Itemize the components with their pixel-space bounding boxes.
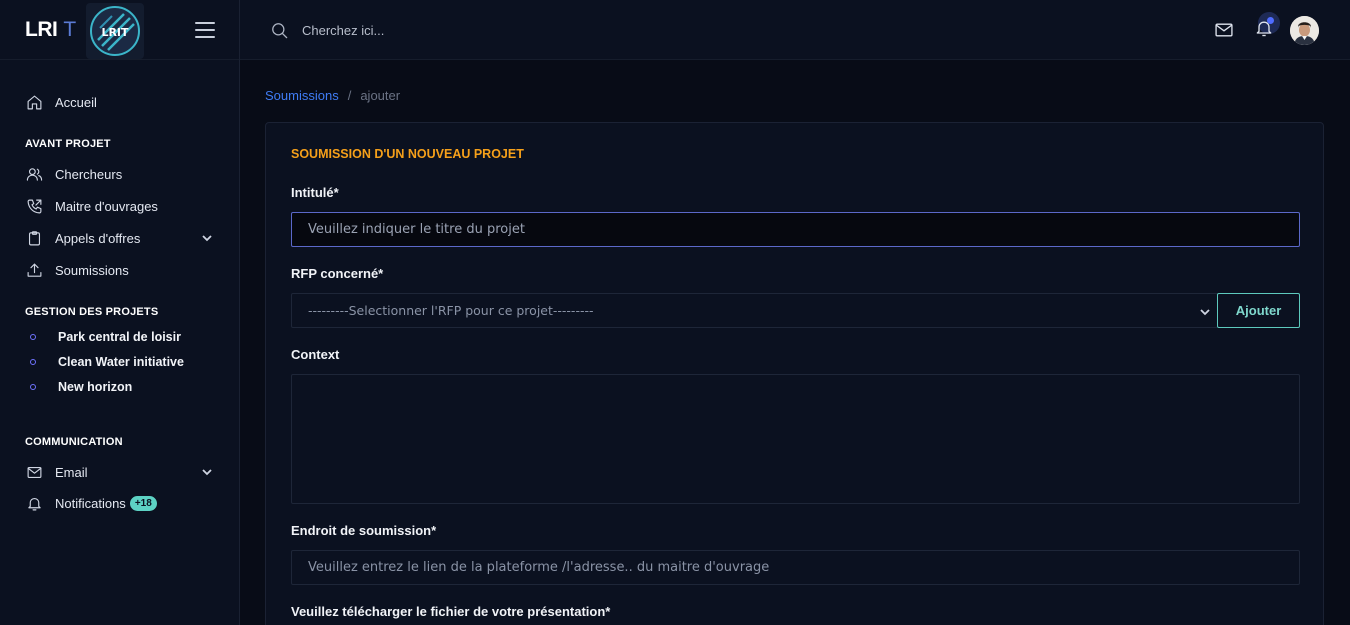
sidebar-item-appels-offres[interactable]: Appels d'offres <box>25 229 215 247</box>
endroit-input[interactable] <box>291 550 1300 585</box>
chevron-down-icon <box>201 465 213 477</box>
breadcrumb-separator: / <box>347 88 352 103</box>
sidebar-item-label: Soumissions <box>55 262 129 278</box>
rfp-select-value: ---------Selectionner l'RFP pour ce proj… <box>308 303 594 318</box>
add-rfp-button[interactable]: Ajouter <box>1217 293 1300 328</box>
section-title-avant-projet: AVANT PROJET <box>25 138 111 150</box>
brand-logo: LRIT <box>86 3 144 59</box>
breadcrumb: Soumissions / ajouter <box>265 88 400 103</box>
logo-area: LRI T LRIT <box>0 0 239 60</box>
sidebar-item-notifications[interactable]: Notifications +18 <box>25 494 157 512</box>
sidebar-item-label: Maitre d'ouvrages <box>55 198 158 214</box>
avatar[interactable] <box>1290 16 1319 45</box>
bell-icon <box>25 494 43 512</box>
mail-icon <box>25 463 43 481</box>
notification-dot <box>1267 17 1274 24</box>
intitule-input[interactable] <box>291 212 1300 247</box>
sidebar: LRI T LRIT Accueil AVANT PROJET Chercheu… <box>0 0 240 625</box>
submission-form-card: SOUMISSION D'UN NOUVEAU PROJET Intitulé*… <box>265 122 1324 625</box>
brand-suffix: T <box>63 17 77 41</box>
sidebar-item-soumissions[interactable]: Soumissions <box>25 261 129 279</box>
fichier-label: Veuillez télécharger le fichier de votre… <box>291 604 611 619</box>
upload-icon <box>25 261 43 279</box>
sidebar-project-label: Park central de loisir <box>58 330 181 344</box>
home-icon <box>25 93 43 111</box>
breadcrumb-link-soumissions[interactable]: Soumissions <box>265 88 339 103</box>
sidebar-project-park-central[interactable]: Park central de loisir <box>30 330 181 344</box>
mail-icon[interactable] <box>1214 20 1234 40</box>
sidebar-project-label: Clean Water initiative <box>58 355 184 369</box>
circle-bullet-icon <box>30 359 36 365</box>
search-icon[interactable] <box>270 21 289 40</box>
menu-toggle-button[interactable] <box>195 22 215 38</box>
sidebar-item-maitre-ouvrages[interactable]: Maitre d'ouvrages <box>25 197 158 215</box>
chevron-down-icon <box>201 231 213 243</box>
notification-count-badge: +18 <box>129 495 157 511</box>
brand-name: LRI <box>25 17 58 41</box>
circle-bullet-icon <box>30 334 36 340</box>
brand-logo-text: LRIT <box>101 26 129 39</box>
form-title: SOUMISSION D'UN NOUVEAU PROJET <box>291 147 524 161</box>
rfp-label: RFP concerné* <box>291 266 384 281</box>
sidebar-project-clean-water[interactable]: Clean Water initiative <box>30 355 184 369</box>
sidebar-item-label: Email <box>55 464 88 480</box>
intitule-label: Intitulé* <box>291 185 339 200</box>
rfp-select[interactable]: ---------Selectionner l'RFP pour ce proj… <box>291 293 1218 328</box>
users-icon <box>25 165 43 183</box>
circle-bullet-icon <box>30 384 36 390</box>
sidebar-item-label: Appels d'offres <box>55 230 141 246</box>
phone-icon <box>25 197 43 215</box>
chevron-down-icon <box>1199 305 1211 317</box>
sidebar-item-label: Notifications <box>55 495 126 511</box>
context-textarea[interactable] <box>291 374 1300 504</box>
sidebar-item-label: Chercheurs <box>55 166 123 182</box>
section-title-communication: COMMUNICATION <box>25 436 123 448</box>
sidebar-item-chercheurs[interactable]: Chercheurs <box>25 165 122 183</box>
breadcrumb-current: ajouter <box>360 88 401 103</box>
sidebar-item-accueil[interactable]: Accueil <box>25 93 97 111</box>
sidebar-project-new-horizon[interactable]: New horizon <box>30 380 132 394</box>
topbar <box>240 0 1350 60</box>
section-title-gestion-projets: GESTION DES PROJETS <box>25 306 159 318</box>
sidebar-item-label: Accueil <box>55 94 97 110</box>
search-input[interactable] <box>302 18 602 42</box>
sidebar-project-label: New horizon <box>58 380 133 394</box>
sidebar-item-email[interactable]: Email <box>25 463 215 481</box>
context-label: Context <box>291 347 340 362</box>
endroit-label: Endroit de soumission* <box>291 523 437 538</box>
clipboard-icon <box>25 229 43 247</box>
